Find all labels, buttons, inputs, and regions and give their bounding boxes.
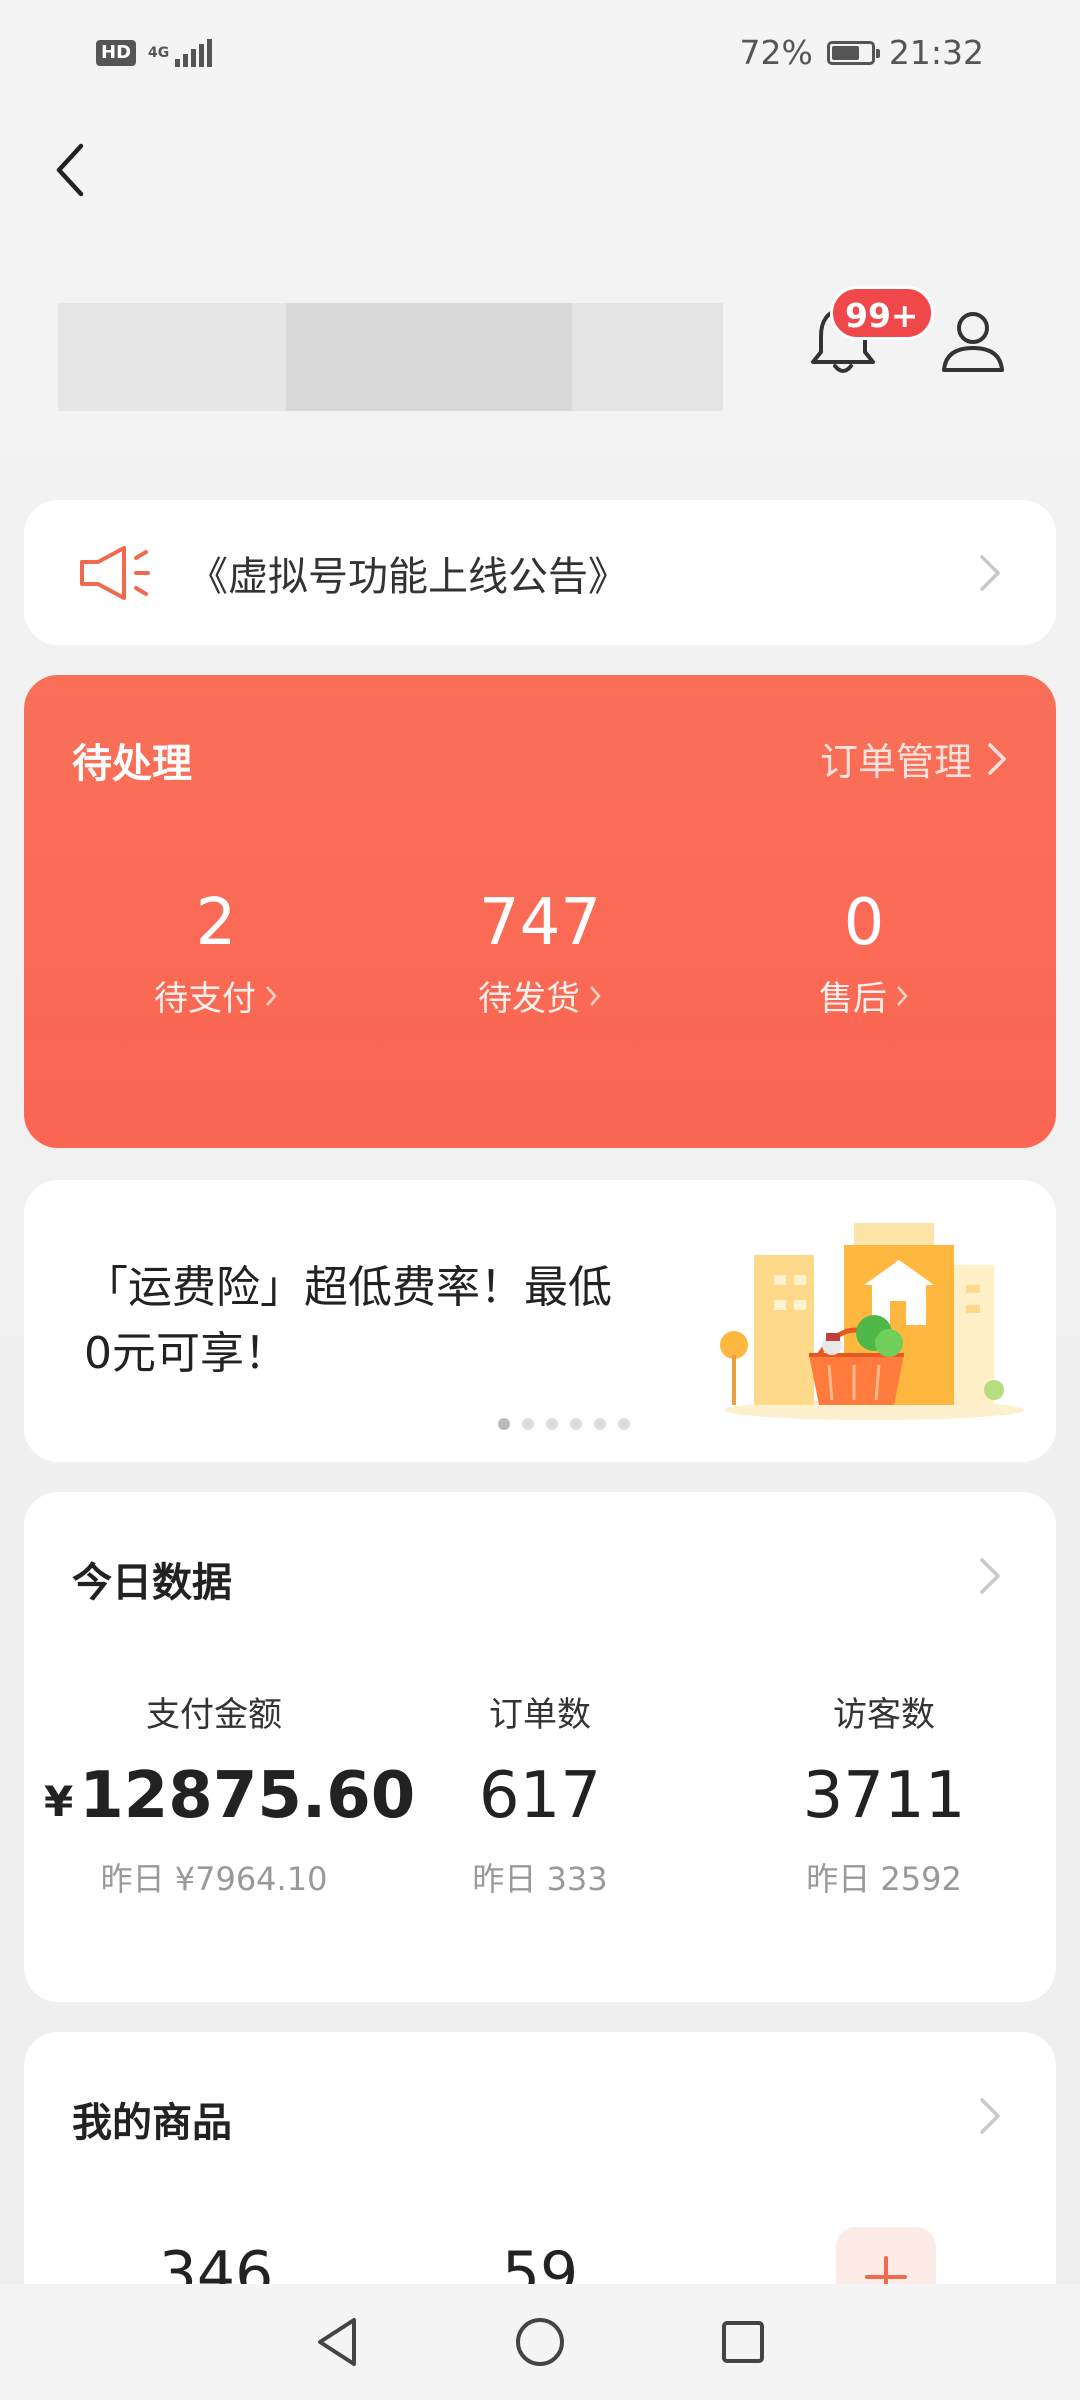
profile-button[interactable] [938, 306, 1008, 376]
carousel-dot[interactable] [498, 1418, 510, 1430]
battery-icon [826, 40, 880, 65]
megaphone-icon [80, 545, 150, 600]
after-sales-label: 售后 [819, 979, 887, 1019]
after-sales-stat[interactable]: 0 售后 [714, 885, 1014, 1020]
chevron-left-icon [56, 143, 84, 197]
pending-payment-label: 待支付 [154, 979, 256, 1019]
shopping-basket-illustration [720, 1223, 1024, 1420]
carousel-dot[interactable] [522, 1418, 534, 1430]
user-icon [942, 312, 1004, 372]
pending-orders-card: 待处理 订单管理 2 待支付 747 待发货 0 售后 [24, 675, 1056, 1148]
payment-amount-metric: 支付金额 ¥12875.60 昨日 ¥7964.10 [44, 1687, 415, 1900]
carousel-dot[interactable] [546, 1418, 558, 1430]
network-type: 4G [148, 44, 170, 61]
payment-amount-yesterday: 昨日 ¥7964.10 [100, 1860, 328, 1898]
order-management-label: 订单管理 [819, 740, 972, 784]
order-count-label: 订单数 [489, 1695, 591, 1735]
pending-shipment-label: 待发货 [478, 979, 580, 1019]
hd-badge: HD [96, 39, 137, 66]
today-data-title: 今日数据 [72, 1560, 232, 1606]
order-count-value: 617 [478, 1759, 602, 1833]
currency-symbol: ¥ [44, 1777, 74, 1826]
pending-title: 待处理 [72, 741, 192, 787]
promo-text: 「运费险」超低费率！最低 0元可享！ [84, 1255, 704, 1387]
system-nav-bar [0, 2284, 1080, 2400]
pending-payment-count: 2 [195, 886, 237, 960]
my-products-title: 我的商品 [72, 2100, 232, 2146]
visitor-count-label: 访客数 [833, 1695, 935, 1735]
promo-line-2: 0元可享！ [84, 1328, 288, 1379]
visitor-count-yesterday: 昨日 2592 [806, 1860, 962, 1898]
visitor-count-value: 3711 [802, 1759, 966, 1833]
promo-banner[interactable]: 「运费险」超低费率！最低 0元可享！ [24, 1180, 1056, 1462]
announcement-card[interactable]: 《虚拟号功能上线公告》 [24, 500, 1056, 645]
square-recents-icon[interactable] [718, 2317, 768, 2367]
status-left: HD 4G [96, 38, 213, 67]
status-right: 72% 21:32 [740, 33, 984, 72]
promo-line-1: 「运费险」超低费率！最低 [84, 1262, 612, 1313]
shop-name-redacted [58, 303, 723, 411]
notification-badge: 99+ [830, 286, 934, 340]
carousel-dot[interactable] [594, 1418, 606, 1430]
payment-amount-value: 12875.60 [79, 1759, 416, 1833]
status-bar: HD 4G 72% 21:32 [0, 0, 1080, 105]
carousel-dots [498, 1418, 630, 1430]
visitor-count-metric: 访客数 3711 昨日 2592 [714, 1687, 1054, 1900]
circle-home-icon[interactable] [512, 2314, 568, 2370]
triangle-back-icon[interactable] [312, 2314, 362, 2370]
pending-shipment-count: 747 [478, 886, 602, 960]
battery-percent: 72% [739, 33, 813, 72]
chevron-right-icon [980, 2098, 1000, 2134]
clock: 21:32 [888, 33, 984, 72]
carousel-dot[interactable] [618, 1418, 630, 1430]
signal-icon [175, 38, 213, 67]
payment-amount-label: 支付金额 [146, 1695, 282, 1735]
order-count-metric: 订单数 617 昨日 333 [370, 1687, 710, 1900]
announcement-text: 《虚拟号功能上线公告》 [188, 553, 628, 600]
chevron-right-icon [980, 554, 1000, 591]
order-count-yesterday: 昨日 333 [472, 1860, 608, 1898]
chevron-right-icon [980, 1558, 1000, 1594]
back-button[interactable] [40, 135, 100, 205]
chevron-right-icon [988, 742, 1006, 775]
chevron-right-icon [897, 985, 908, 1006]
after-sales-count: 0 [843, 886, 885, 960]
chevron-right-icon [266, 985, 277, 1006]
pending-shipment-stat[interactable]: 747 待发货 [390, 885, 690, 1020]
carousel-dot[interactable] [570, 1418, 582, 1430]
payment-amount-value-row: ¥12875.60 [44, 1758, 415, 1834]
pending-payment-stat[interactable]: 2 待支付 [66, 885, 366, 1020]
today-data-card[interactable]: 今日数据 支付金额 ¥12875.60 昨日 ¥7964.10 订单数 617 … [24, 1492, 1056, 2002]
chevron-right-icon [590, 985, 601, 1006]
order-management-link[interactable]: 订单管理 [820, 731, 1008, 786]
merchant-home-screen: HD 4G 72% 21:32 99+ 《虚拟号功能上线公告》 待处理 订单管理… [0, 0, 1080, 2400]
